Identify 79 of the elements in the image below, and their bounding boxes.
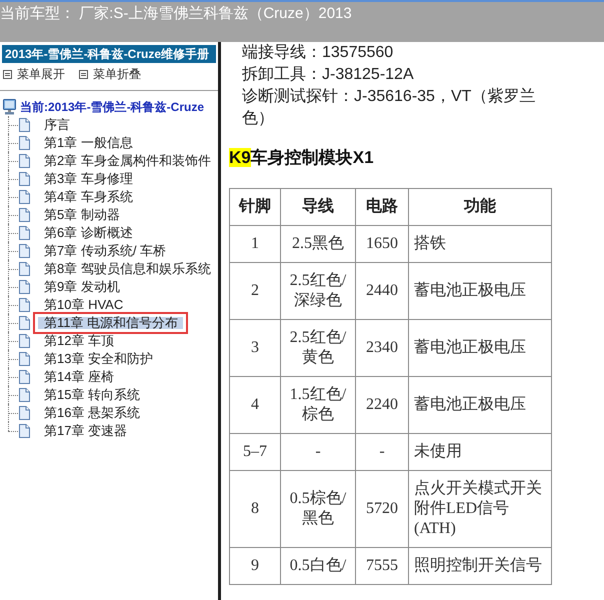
tree-item[interactable]: 第4章 车身系统 xyxy=(44,188,133,206)
table-cell: 3 xyxy=(230,320,280,376)
table-cell: - xyxy=(280,434,356,470)
page-icon xyxy=(19,190,30,204)
table-cell: 1.5红色/棕色 xyxy=(280,376,356,434)
table-cell: 8 xyxy=(230,470,280,548)
tree-item[interactable]: 序言 xyxy=(44,116,70,134)
table-cell: 蓄电池正极电压 xyxy=(408,376,552,434)
spec-line: 端接导线：13575560 xyxy=(242,42,394,63)
column-header: 针脚 xyxy=(230,188,280,226)
table-cell: 照明控制开关信号 xyxy=(408,548,552,584)
page-icon xyxy=(19,262,30,276)
table-cell: 2440 xyxy=(356,262,408,320)
tree-item[interactable]: 第1章 一般信息 xyxy=(44,134,133,152)
page-icon xyxy=(19,172,30,186)
tree-root-item[interactable]: 当前:2013年-雪佛兰-科鲁兹-Cruze xyxy=(20,98,204,116)
tree-item[interactable]: 第3章 车身修理 xyxy=(44,170,133,188)
page-icon xyxy=(19,298,30,312)
column-header: 导线 xyxy=(280,188,356,226)
page-icon xyxy=(19,280,30,294)
spec-line: 拆卸工具：J-38125-12A xyxy=(242,65,415,85)
tree-item[interactable]: 第5章 制动器 xyxy=(44,206,120,224)
menu-action-link[interactable]: 菜单展开 xyxy=(3,66,65,82)
table-cell: 0.5棕色/黑色 xyxy=(280,470,356,548)
spec-line: 诊断测试探针：J-35616-35，VT（紫罗兰色） xyxy=(242,86,536,129)
tree-item[interactable]: 第2章 车身金属构件和装饰件 xyxy=(44,152,211,170)
page-icon xyxy=(19,118,30,132)
table-cell: 9 xyxy=(230,548,280,584)
page-icon xyxy=(19,316,30,330)
table-cell: 1 xyxy=(230,226,280,262)
page-icon xyxy=(19,334,30,348)
table-cell: 0.5白色/ xyxy=(280,548,356,584)
table-cell: 5720 xyxy=(356,470,408,548)
page-icon xyxy=(19,226,30,240)
table-cell: 2.5红色/黄色 xyxy=(280,320,356,376)
table-cell: 未使用 xyxy=(408,434,552,470)
page-icon xyxy=(19,424,30,438)
table-cell: 1650 xyxy=(356,226,408,262)
column-header: 电路 xyxy=(356,188,408,226)
table-cell: 2.5黑色 xyxy=(280,226,356,262)
table-cell: 5–7 xyxy=(230,434,280,470)
list-icon xyxy=(79,70,88,78)
model-info-text: 当前车型： 厂家:S-上海雪佛兰科鲁兹（Cruze）2013 xyxy=(0,5,352,22)
table-cell: 点火开关模式开关附件LED信号(ATH) xyxy=(408,470,552,548)
tree-item[interactable]: 第17章 变速器 xyxy=(44,422,128,440)
page-icon xyxy=(19,406,30,420)
tree-item[interactable]: 第10章 HVAC xyxy=(44,296,124,314)
page-icon xyxy=(19,352,30,366)
tree-item[interactable]: 第14章 座椅 xyxy=(44,368,114,386)
computer-icon xyxy=(3,99,16,115)
table-cell: 蓄电池正极电压 xyxy=(408,262,552,320)
page-icon xyxy=(19,370,30,384)
tree-item[interactable]: 第16章 悬架系统 xyxy=(44,404,140,422)
tree-item[interactable]: 第8章 驾驶员信息和娱乐系统 xyxy=(44,260,211,278)
tree-item[interactable]: 第12章 车顶 xyxy=(44,332,114,350)
manual-title: 2013年-雪佛兰-科鲁兹-Cruze维修手册 xyxy=(2,45,216,63)
page-icon xyxy=(19,244,30,258)
table-cell: 蓄电池正极电压 xyxy=(408,320,552,376)
list-icon xyxy=(3,70,12,78)
page-icon xyxy=(19,208,30,222)
menu-action-link[interactable]: 菜单折叠 xyxy=(79,66,141,82)
table-cell: 2340 xyxy=(356,320,408,376)
tree-item[interactable]: 第13章 安全和防护 xyxy=(44,350,154,368)
table-cell: 4 xyxy=(230,376,280,434)
table-cell: 2.5红色/深绿色 xyxy=(280,262,356,320)
tree-item[interactable]: 第6章 诊断概述 xyxy=(44,224,133,242)
table-cell: 搭铁 xyxy=(408,226,552,262)
page-icon xyxy=(19,154,30,168)
table-cell: 2 xyxy=(230,262,280,320)
column-header: 功能 xyxy=(408,188,552,226)
page-icon xyxy=(19,388,30,402)
tree-item[interactable]: 第7章 传动系统/ 车桥 xyxy=(44,242,166,260)
page-icon xyxy=(19,136,30,150)
tree-item[interactable]: 第15章 转向系统 xyxy=(44,386,140,404)
tree-item[interactable]: 第11章 电源和信号分布 xyxy=(33,312,188,334)
table-cell: 2240 xyxy=(356,376,408,434)
table-cell: 7555 xyxy=(356,548,408,584)
table-cell: - xyxy=(356,434,408,470)
tree-item[interactable]: 第9章 发动机 xyxy=(44,278,120,296)
